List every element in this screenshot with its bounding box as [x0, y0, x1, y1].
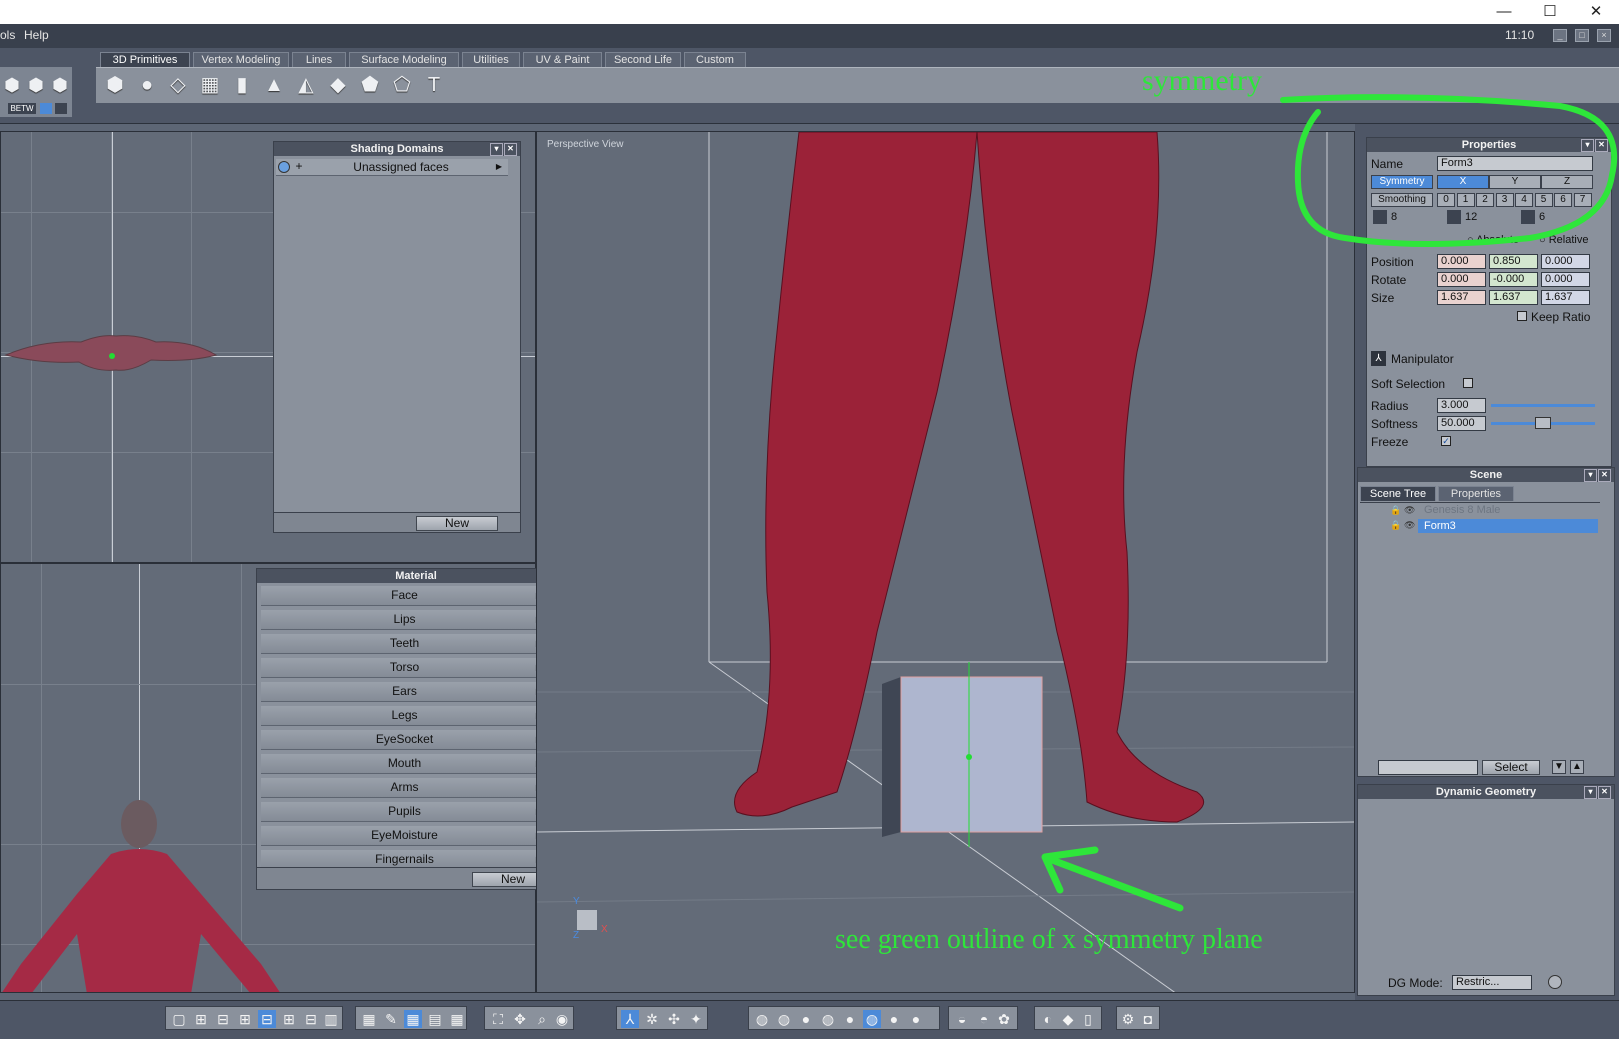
annotation-overlay: [1041, 94, 1618, 912]
annotation-circle: [1280, 94, 1618, 247]
annotation-arrow: [1048, 856, 1184, 912]
annotation-note: see green outline of x symmetry plane: [835, 924, 1263, 955]
